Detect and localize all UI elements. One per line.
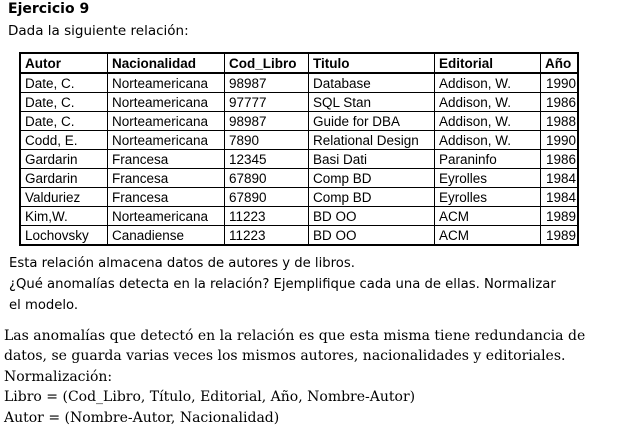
exercise-title: Ejercicio 9: [8, 1, 90, 17]
table-cell: 98987: [224, 111, 309, 131]
table-cell: SQL Stan: [308, 92, 435, 112]
table-cell: 1990: [540, 72, 579, 93]
answer-block: Las anomalías que detectó en la relación…: [4, 326, 616, 428]
table-row: Gardarin Francesa 67890 Comp BD Eyrolles 1984: [19, 168, 579, 188]
table-cell: Gardarin: [19, 149, 108, 169]
table-row: Date, C. Norteamericana 97777 SQL Stan Addis…: [19, 92, 579, 112]
table-cell: Norteamericana: [107, 72, 225, 93]
answer-line-4: Libro = (Cod_Libro, Título, Editorial, A…: [4, 389, 416, 406]
column-header-editorial: Editorial: [434, 52, 541, 74]
table-cell: Norteamericana: [107, 111, 225, 131]
table-row: Date, C. Norteamericana 98987 Database Addis…: [19, 72, 579, 93]
table-cell: Francesa: [107, 187, 225, 207]
table-cell: Francesa: [107, 168, 225, 188]
table-row: Valduriez Francesa 67890 Comp BD Eyrolles 198…: [19, 187, 579, 207]
table-cell: Valduriez: [19, 187, 108, 207]
table-cell: Kim,W.: [19, 206, 108, 226]
column-header-autor: Autor: [19, 52, 108, 74]
table-cell: Guide for DBA: [308, 111, 435, 131]
table-cell: Francesa: [107, 149, 225, 169]
table-cell: Codd, E.: [19, 130, 108, 150]
table-cell: 1984: [540, 187, 579, 207]
table-row: Kim,W. Norteamericana 11223 BD OO ACM 1989: [19, 206, 579, 226]
table-cell: ACM: [434, 225, 541, 246]
table-header-row: Autor Nacionalidad Cod_Libro Titulo Edit…: [19, 52, 579, 74]
table-cell: Norteamericana: [107, 130, 225, 150]
table-cell: Comp BD: [308, 187, 435, 207]
question-line-3: el modelo.: [9, 298, 79, 313]
table-body: Date, C. Norteamericana 98987 Database Addis…: [19, 72, 579, 246]
table-cell: 11223: [224, 225, 309, 246]
table-cell: 12345: [224, 149, 309, 169]
table-cell: Date, C.: [19, 72, 108, 93]
table-cell: 1986: [540, 149, 579, 169]
table-cell: 1986: [540, 92, 579, 112]
answer-line-5: Autor = (Nombre-Autor, Nacionalidad): [4, 409, 280, 426]
column-header-cod-libro: Cod_Libro: [224, 52, 309, 74]
answer-line-2: datos, se guarda varias veces los mismos…: [4, 348, 566, 365]
table-cell: 1989: [540, 206, 579, 226]
table-cell: BD OO: [308, 225, 435, 246]
table-cell: 1984: [540, 168, 579, 188]
table-cell: Lochovsky: [19, 225, 108, 246]
question-line-2: ¿Qué anomalías detecta en la relación? E…: [9, 277, 556, 292]
table-cell: 11223: [224, 206, 309, 226]
answer-line-1: Las anomalías que detectó en la relación…: [4, 328, 586, 344]
table-cell: 67890: [224, 168, 309, 188]
table-cell: Addison, W.: [434, 92, 541, 112]
table-cell: Addison, W.: [434, 111, 541, 131]
table-cell: ACM: [434, 206, 541, 226]
table-cell: Date, C.: [19, 92, 108, 112]
column-header-anio: Año: [540, 52, 579, 74]
column-header-titulo: Titulo: [308, 52, 435, 74]
table-cell: 97777: [224, 92, 309, 112]
table-cell: Basi Dati: [308, 149, 435, 169]
table-cell: BD OO: [308, 206, 435, 226]
answer-line-3: Normalización:: [4, 368, 113, 385]
table-cell: Gardarin: [19, 168, 108, 188]
table-cell: Norteamericana: [107, 206, 225, 226]
table-row: Gardarin Francesa 12345 Basi Dati Paraninfo 1…: [19, 149, 579, 169]
table-cell: Norteamericana: [107, 92, 225, 112]
table-cell: Eyrolles: [434, 187, 541, 207]
table-cell: 7890: [224, 130, 309, 150]
table-cell: 1988: [540, 111, 579, 131]
table-row: Codd, E. Norteamericana 7890 Relational Des…: [19, 130, 579, 150]
table-cell: Addison, W.: [434, 130, 541, 150]
table-row: Lochovsky Canadiense 11223 BD OO ACM 1989: [19, 225, 579, 246]
table-cell: Relational Design: [308, 130, 435, 150]
table-cell: Canadiense: [107, 225, 225, 246]
table-cell: 1989: [540, 225, 579, 246]
table-cell: 1990: [540, 130, 579, 150]
table-cell: Database: [308, 72, 435, 93]
table-cell: Date, C.: [19, 111, 108, 131]
column-header-nacionalidad: Nacionalidad: [107, 52, 225, 74]
table-cell: 67890: [224, 187, 309, 207]
table-cell: 98987: [224, 72, 309, 93]
table-row: Date, C. Norteamericana 98987 Guide for DBA…: [19, 111, 579, 131]
table-cell: Paraninfo: [434, 149, 541, 169]
question-line-1: Esta relación almacena datos de autores …: [9, 256, 355, 271]
table-cell: Eyrolles: [434, 168, 541, 188]
table-cell: Comp BD: [308, 168, 435, 188]
table-cell: Addison, W.: [434, 72, 541, 93]
relation-table: Autor Nacionalidad Cod_Libro Titulo Edit…: [19, 52, 579, 246]
exercise-subtitle: Dada la siguiente relación:: [8, 23, 189, 39]
